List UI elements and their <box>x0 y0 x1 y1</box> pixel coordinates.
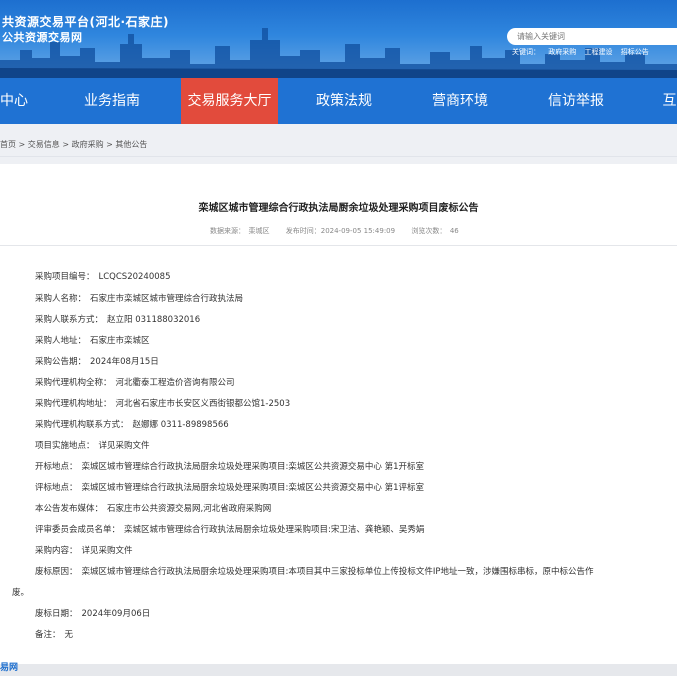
page-footer-strip <box>0 664 677 676</box>
hot-link-tender-notice[interactable]: 招标公告 <box>621 48 649 56</box>
nav-item-policies[interactable]: 政策法规 <box>310 78 378 124</box>
breadcrumb-divider <box>0 156 677 157</box>
meta-views: 浏览次数： 46 <box>411 227 459 235</box>
field-project-number: 采购项目编号： LCQCS20240085 <box>35 272 171 282</box>
footer-fragment: 易网 <box>0 663 19 673</box>
article-panel <box>0 164 677 664</box>
meta-published: 发布时间：2024-09-05 15:49:09 <box>285 227 396 235</box>
article-meta: 数据来源： 栾城区 发布时间：2024-09-05 15:49:09 浏览次数：… <box>210 226 473 236</box>
nav-item-trading-hall[interactable]: 交易服务大厅 <box>181 78 278 124</box>
hot-link-gov-procurement[interactable]: 政府采购 <box>548 48 576 56</box>
meta-source: 数据来源： 栾城区 <box>210 227 270 235</box>
field-purchaser-contact: 采购人联系方式： 赵立阳 031188032016 <box>35 315 201 325</box>
hot-link-construction[interactable]: 工程建设 <box>584 48 612 56</box>
nav-item-interaction[interactable]: 互 <box>662 78 677 124</box>
field-procurement-content: 采购内容： 详见采购文件 <box>35 546 133 556</box>
nav-item-center[interactable]: 中心 <box>0 78 28 124</box>
nav-item-business-guide[interactable]: 业务指南 <box>78 78 146 124</box>
field-bid-opening-location: 开标地点： 栾城区城市管理综合行政执法局厨余垃圾处理采购项目:栾城区公共资源交易中… <box>35 462 424 472</box>
field-purchaser-name: 采购人名称： 石家庄市栾城区城市管理综合行政执法局 <box>35 294 244 304</box>
hot-links-label: 关键词： <box>512 48 540 56</box>
breadcrumb[interactable]: 首页 > 交易信息 > 政府采购 > 其他公告 <box>0 139 147 150</box>
field-remarks: 备注：无 <box>35 630 74 640</box>
cancellation-reason-continuation: 废。 <box>12 588 30 598</box>
site-title: 共资源交易平台(河北·石家庄) <box>2 15 170 29</box>
field-evaluation-location: 评标地点： 栾城区城市管理综合行政执法局厨余垃圾处理采购项目:栾城区公共资源交易中… <box>35 483 424 493</box>
field-publishing-media: 本公告发布媒体： 石家庄市公共资源交易网,河北省政府采购网 <box>35 504 272 514</box>
main-nav: 中心 业务指南 交易服务大厅 政策法规 营商环境 信访举报 互 <box>0 78 677 124</box>
field-agency-address: 采购代理机构地址： 河北省石家庄市长安区义西街银都公馆1-2503 <box>35 399 291 409</box>
field-cancellation-reason: 废标原因： 栾城区城市管理综合行政执法局厨余垃圾处理采购项目:本项目其中三家投标单… <box>35 567 594 577</box>
search-input[interactable] <box>507 28 677 45</box>
hot-links: 关键词： 政府采购 工程建设 招标公告 <box>512 47 655 57</box>
field-committee-members: 评审委员会成员名单： 栾城区城市管理综合行政执法局厨余垃圾处理采购项目:宋卫洁、龚… <box>35 525 425 535</box>
nav-item-complaints[interactable]: 信访举报 <box>542 78 610 124</box>
nav-item-business-environment[interactable]: 营商环境 <box>426 78 494 124</box>
header-banner: 共资源交易平台(河北·石家庄) 公共资源交易网 关键词： 政府采购 工程建设 招… <box>0 0 677 78</box>
meta-divider <box>0 245 677 246</box>
field-agency-contact: 采购代理机构联系方式： 赵娜娜 0311-89898566 <box>35 420 229 430</box>
field-cancellation-date: 废标日期： 2024年09月06日 <box>35 609 151 619</box>
field-announcement-date: 采购公告期： 2024年08月15日 <box>35 357 159 367</box>
field-purchaser-address: 采购人地址： 石家庄市栾城区 <box>35 336 150 346</box>
field-implementation-location: 项目实施地点： 详见采购文件 <box>35 441 150 451</box>
article-title: 栾城区城市管理综合行政执法局厨余垃圾处理采购项目废标公告 <box>198 203 479 214</box>
site-subtitle: 公共资源交易网 <box>2 31 83 44</box>
field-agency-name: 采购代理机构全称： 河北衢泰工程造价咨询有限公司 <box>35 378 235 388</box>
